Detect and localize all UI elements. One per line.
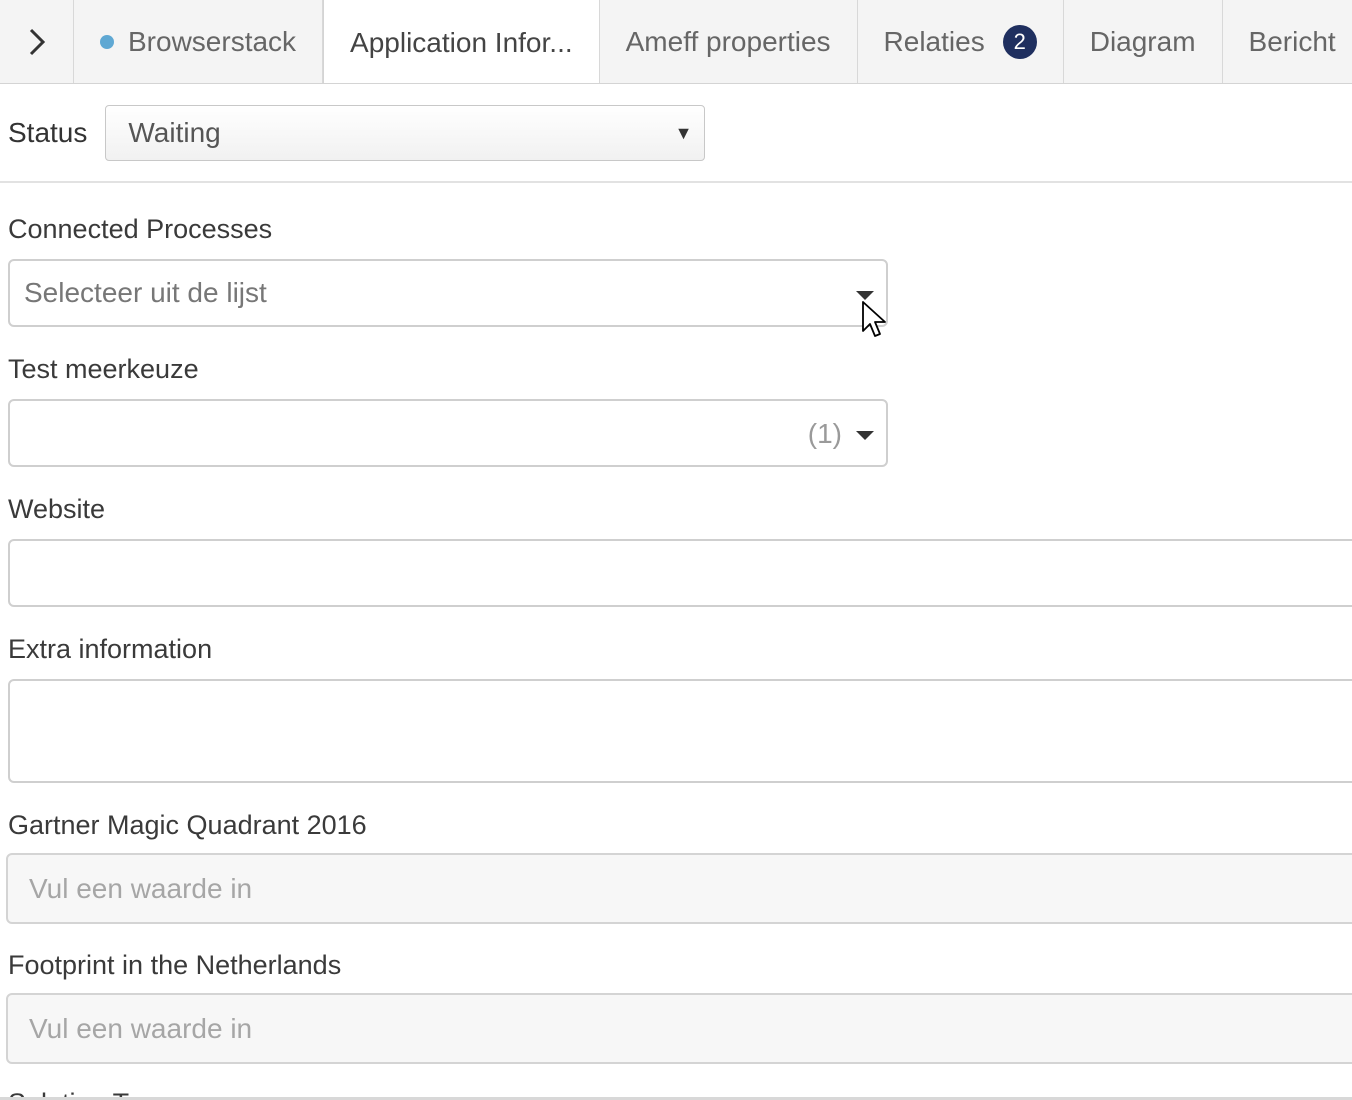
gartner-label: Gartner Magic Quadrant 2016	[8, 810, 367, 840]
tab-label: Diagram	[1089, 25, 1196, 57]
footprint-placeholder: Vul een waarde in	[29, 1012, 253, 1044]
status-row: Status Waiting ▼	[8, 105, 706, 161]
connected-processes-placeholder: Selecteer uit de lijst	[24, 277, 267, 308]
selected-count: (1)	[807, 418, 842, 449]
tab-label: Application Infor...	[350, 26, 573, 58]
mouse-pointer-icon	[862, 301, 886, 337]
footprint-input[interactable]: Vul een waarde in	[6, 993, 1352, 1064]
status-value: Waiting	[128, 117, 221, 148]
caret-down-icon	[856, 291, 874, 300]
tab-relaties[interactable]: Relaties 2	[858, 0, 1064, 83]
caret-down-icon	[856, 431, 874, 440]
gartner-placeholder: Vul een waarde in	[29, 872, 253, 904]
test-meerkeuze-label: Test meerkeuze	[8, 354, 199, 384]
gartner-input[interactable]: Vul een waarde in	[6, 853, 1352, 924]
status-label: Status	[8, 117, 88, 148]
footprint-label: Footprint in the Netherlands	[8, 950, 342, 980]
relaties-count-badge: 2	[1002, 24, 1037, 59]
tab-ameff-properties[interactable]: Ameff properties	[600, 0, 858, 83]
tab-bericht[interactable]: Bericht	[1223, 0, 1352, 83]
caret-down-icon: ▼	[674, 123, 693, 143]
tab-bar: Browserstack Application Infor... Ameff …	[0, 0, 1352, 84]
chevron-right-icon	[29, 28, 45, 55]
tab-label: Ameff properties	[625, 25, 831, 57]
tab-browserstack[interactable]: Browserstack	[74, 0, 324, 83]
website-input[interactable]	[8, 539, 1352, 607]
divider	[0, 181, 1352, 183]
status-dot-icon	[100, 34, 114, 49]
extra-information-textarea[interactable]	[8, 679, 1352, 783]
status-select[interactable]: Waiting ▼	[105, 105, 706, 161]
website-label: Website	[8, 494, 106, 524]
tab-diagram[interactable]: Diagram	[1064, 0, 1223, 83]
application-information-page: Browserstack Application Infor... Ameff …	[0, 0, 1352, 1100]
connected-processes-label: Connected Processes	[8, 214, 273, 244]
test-meerkeuze-select[interactable]: (1)	[8, 399, 888, 467]
connected-processes-select[interactable]: Selecteer uit de lijst	[8, 259, 888, 327]
tab-label: Relaties	[883, 25, 985, 57]
expand-panel-button[interactable]	[0, 0, 74, 83]
extra-information-label: Extra information	[8, 634, 213, 664]
tab-application-information[interactable]: Application Infor...	[323, 0, 600, 83]
tab-label: Bericht	[1248, 25, 1336, 57]
tab-label: Browserstack	[128, 25, 297, 57]
